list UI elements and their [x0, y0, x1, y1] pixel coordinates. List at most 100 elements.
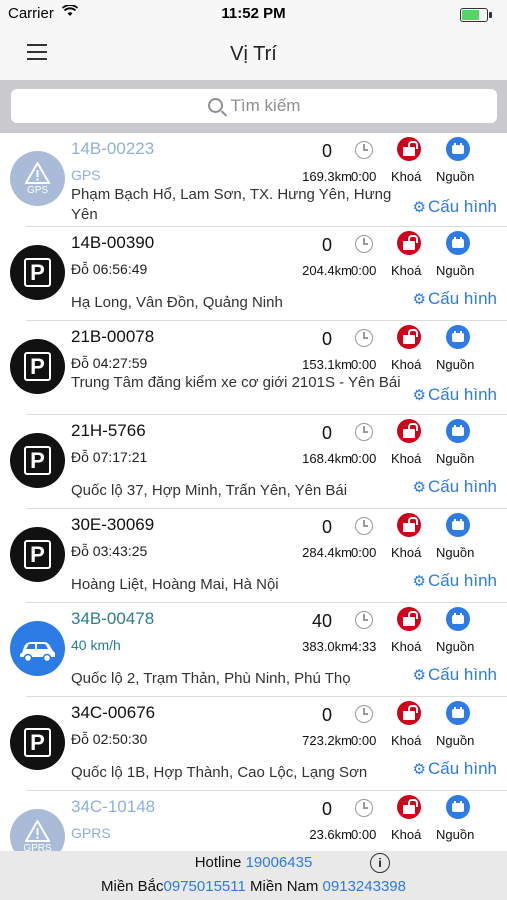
lock-label[interactable]: Khoá [391, 451, 421, 466]
power-icon[interactable] [446, 795, 470, 819]
config-label: Cấu hình [428, 289, 497, 308]
footer: Hotline 19006435 i Miền Bắc0975015511 Mi… [0, 851, 507, 900]
lock-icon[interactable] [397, 795, 421, 819]
config-button[interactable]: ⚙ Cấu hình [413, 289, 497, 309]
vehicle-status: GPRS [71, 825, 111, 841]
vehicle-row[interactable]: P 14B-00390 Đỗ 06:56:49 0 204.4km 0:00 K… [0, 227, 507, 321]
nav-bar: Vị Trí [0, 28, 507, 81]
parking-icon: P [10, 433, 65, 488]
power-label[interactable]: Nguồn [436, 451, 474, 466]
distance-value: 284.4km [302, 545, 352, 560]
plate-number: 14B-00390 [71, 233, 155, 252]
power-icon[interactable] [446, 325, 470, 349]
power-label[interactable]: Nguồn [436, 263, 474, 278]
duration-value: 0:00 [351, 827, 377, 842]
lock-icon[interactable] [397, 419, 421, 443]
config-label: Cấu hình [428, 385, 497, 404]
duration-value: 0:00 [351, 263, 377, 278]
vehicle-row[interactable]: GPRS 34C-10148 GPRS 0 23.6km 0:00 Khoá N… [0, 791, 507, 853]
lock-label[interactable]: Khoá [391, 827, 421, 842]
vehicle-row[interactable]: P 34C-00676 Đỗ 02:50:30 0 723.2km 0:00 K… [0, 697, 507, 791]
lock-label[interactable]: Khoá [391, 545, 421, 560]
lock-icon[interactable] [397, 137, 421, 161]
lock-label[interactable]: Khoá [391, 639, 421, 654]
address-text: Phạm Bạch Hổ, Lam Sơn, TX. Hưng Yên, Hưn… [71, 186, 392, 223]
power-label[interactable]: Nguồn [436, 169, 474, 184]
vehicle-status: Đỗ 02:50:30 [71, 731, 148, 747]
lock-icon[interactable] [397, 701, 421, 725]
hotline-line: Hotline 19006435 [0, 854, 507, 871]
gear-icon: ⚙ [412, 761, 426, 778]
clock-icon [355, 517, 373, 535]
address-text: Quốc lộ 1B, Hợp Thành, Cao Lộc, Lạng Sơn [71, 764, 368, 781]
config-button[interactable]: ⚙ Cấu hình [413, 571, 497, 591]
power-label[interactable]: Nguồn [436, 827, 474, 842]
south-label: Miền Nam [250, 878, 319, 895]
power-icon[interactable] [446, 231, 470, 255]
car-icon [10, 621, 65, 676]
duration-value: 0:00 [351, 451, 377, 466]
vehicle-row[interactable]: P 21H-5766 Đỗ 07:17:21 0 168.4km 0:00 Kh… [0, 415, 507, 509]
address-text: Hoàng Liệt, Hoàng Mai, Hà Nội [71, 576, 279, 593]
power-icon[interactable] [446, 137, 470, 161]
power-icon[interactable] [446, 513, 470, 537]
vehicle-row[interactable]: P 21B-00078 Đỗ 04:27:59 0 153.1km 0:00 K… [0, 321, 507, 415]
lock-label[interactable]: Khoá [391, 357, 421, 372]
north-number[interactable]: 0975015511 [164, 878, 246, 895]
vehicle-row[interactable]: P 30E-30069 Đỗ 03:43:25 0 284.4km 0:00 K… [0, 509, 507, 603]
parking-letter: P [24, 540, 51, 569]
plate-number: 30E-30069 [71, 515, 155, 534]
config-button[interactable]: ⚙ Cấu hình [413, 477, 497, 497]
info-icon[interactable]: i [370, 853, 390, 873]
vehicle-status: Đỗ 07:17:21 [71, 449, 148, 465]
lock-icon[interactable] [397, 325, 421, 349]
gear-icon: ⚙ [412, 479, 426, 496]
gear-icon: ⚙ [412, 573, 426, 590]
distance-value: 723.2km [302, 733, 352, 748]
clock-icon [355, 799, 373, 817]
vehicle-list: GPS 14B-00223 GPS 0 169.3km 0:00 Khoá Ng… [0, 133, 507, 853]
lock-icon[interactable] [397, 231, 421, 255]
south-number[interactable]: 0913243398 [323, 878, 406, 895]
clock-icon [355, 423, 373, 441]
config-button[interactable]: ⚙ Cấu hình [413, 385, 497, 405]
distance-value: 153.1km [302, 357, 352, 372]
gear-icon: ⚙ [412, 199, 426, 216]
lock-label[interactable]: Khoá [391, 169, 421, 184]
search-placeholder: Tìm kiếm [230, 96, 301, 115]
config-label: Cấu hình [428, 571, 497, 590]
speed-value: 0 [321, 517, 332, 537]
gps-warning-icon: GPS [10, 151, 65, 206]
power-icon[interactable] [446, 419, 470, 443]
lock-label[interactable]: Khoá [391, 733, 421, 748]
clock-icon [355, 705, 373, 723]
parking-icon: P [10, 245, 65, 300]
lock-label[interactable]: Khoá [391, 263, 421, 278]
power-icon[interactable] [446, 701, 470, 725]
power-label[interactable]: Nguồn [436, 357, 474, 372]
power-icon[interactable] [446, 607, 470, 631]
power-label[interactable]: Nguồn [436, 639, 474, 654]
config-button[interactable]: ⚙ Cấu hình [413, 665, 497, 685]
duration-value: 0:00 [351, 169, 377, 184]
config-button[interactable]: ⚙ Cấu hình [413, 759, 497, 779]
lock-icon[interactable] [397, 513, 421, 537]
plate-number: 14B-00223 [71, 139, 155, 158]
hotline-number[interactable]: 19006435 [246, 854, 313, 871]
duration-value: 0:00 [351, 545, 377, 560]
config-label: Cấu hình [428, 759, 497, 778]
vehicle-row[interactable]: 34B-00478 40 km/h 40 383.0km 4:33 Khoá N… [0, 603, 507, 697]
search-input[interactable]: Tìm kiếm [11, 89, 497, 123]
parking-letter: P [24, 728, 51, 757]
config-button[interactable]: ⚙ Cấu hình [413, 197, 497, 217]
power-label[interactable]: Nguồn [436, 733, 474, 748]
vehicle-row[interactable]: GPS 14B-00223 GPS 0 169.3km 0:00 Khoá Ng… [0, 133, 507, 227]
clock-time: 11:52 PM [221, 5, 286, 22]
gear-icon: ⚙ [412, 291, 426, 308]
power-label[interactable]: Nguồn [436, 545, 474, 560]
search-icon [207, 98, 223, 113]
lock-icon[interactable] [397, 607, 421, 631]
parking-letter: P [24, 446, 51, 475]
clock-icon [355, 611, 373, 629]
address-text: Hạ Long, Vân Đồn, Quảng Ninh [71, 294, 283, 311]
